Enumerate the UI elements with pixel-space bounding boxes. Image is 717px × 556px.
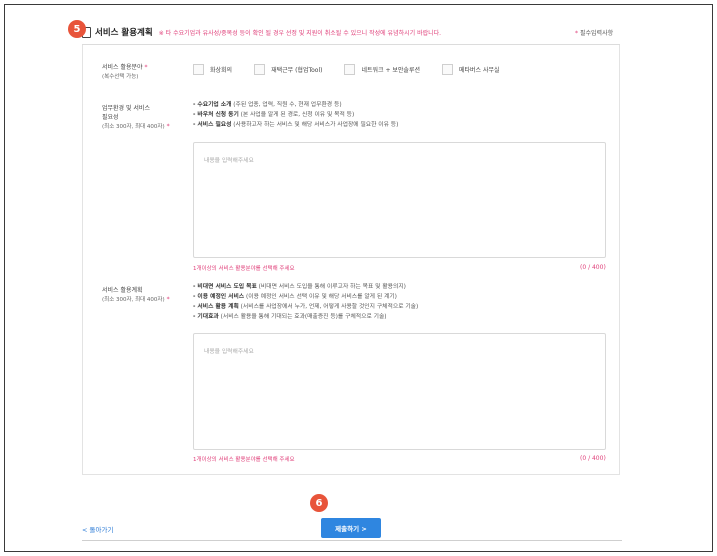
option-metaverse-office[interactable]: 메타버스 사무실 <box>442 64 500 75</box>
need-label-line1: 업무환경 및 서비스 <box>102 105 150 112</box>
checkbox[interactable] <box>254 64 266 75</box>
need-section-label: 업무환경 및 서비스 필요성 (최소 300자, 최대 400자) * <box>102 104 170 132</box>
section-title: 서비스 활용계획 <box>95 28 153 38</box>
section-notice: ※ 타 수요기업과 유사성/중복성 등이 확인 될 경우 선정 및 지원이 취소… <box>158 29 442 37</box>
step-badge-6: 6 <box>310 494 328 512</box>
need-placeholder: 내용을 입력해주세요 <box>204 158 254 164</box>
service-field-label: 서비스 활용분야 * (복수선택 가능) <box>102 63 147 82</box>
service-field-label-text: 서비스 활용분야 <box>102 64 143 71</box>
required-star: * <box>166 123 170 130</box>
option-network-security[interactable]: 네트워크 + 보안솔루션 <box>344 64 420 75</box>
step-badge-5: 5 <box>68 20 86 38</box>
option-label: 메타버스 사무실 <box>459 67 500 74</box>
need-limit: (최소 300자, 최대 400자) <box>102 124 165 130</box>
need-guidelines: - 수요기업 소개 (주된 업종, 업력, 직원 수, 현재 업무환경 등) -… <box>193 100 398 130</box>
guideline-text: (사용하고자 하는 서비스 및 해당 서비스가 사업장에 필요한 이유 등) <box>231 122 399 128</box>
guideline-text: (서비스를 사업장에서 누가, 언제, 어떻게 사용할 것인지 구체적으로 기술… <box>238 304 419 310</box>
required-note-text: 필수입력사항 <box>580 30 614 37</box>
plan-section-label: 서비스 활용계획 (최소 300자, 최대 400자) * <box>102 286 170 305</box>
guideline-bold: - 이용 예정인 서비스 <box>193 294 245 300</box>
guideline-bold: - 서비스 활용 계획 <box>193 304 239 310</box>
checkbox[interactable] <box>442 64 453 75</box>
guideline-item: - 기대효과 (서비스 활용을 통해 기대되는 효과(매출증진 등)를 구체적으… <box>193 312 418 322</box>
section-header: 서비스 활용계획 ※ 타 수요기업과 유사성/중복성 등이 확인 될 경우 선정… <box>82 24 622 40</box>
submit-button[interactable]: 제출하기 > <box>321 518 381 538</box>
guideline-item: - 비대면 서비스 도입 목표 (비대면 서비스 도입을 통해 이루고자 하는 … <box>193 282 418 292</box>
guideline-item: - 서비스 활용 계획 (서비스를 사업장에서 누가, 언제, 어떻게 사용할 … <box>193 302 418 312</box>
plan-char-count: (0 / 400) <box>580 455 606 462</box>
plan-label-text: 서비스 활용계획 <box>102 287 143 294</box>
guideline-item: - 수요기업 소개 (주된 업종, 업력, 직원 수, 현재 업무환경 등) <box>193 100 398 110</box>
service-field-sub: (복수선택 가능) <box>102 74 139 80</box>
required-note: * 필수입력사항 <box>575 28 613 37</box>
option-remote-work[interactable]: 재택근무 (협업Tool) <box>254 64 322 75</box>
need-textarea[interactable]: 내용을 입력해주세요 <box>193 142 606 258</box>
plan-placeholder: 내용을 입력해주세요 <box>204 349 254 355</box>
need-char-count: (0 / 400) <box>580 264 606 271</box>
guideline-bold: - 수요기업 소개 <box>193 102 232 108</box>
service-field-options: 화상회의 재택근무 (협업Tool) 네트워크 + 보안솔루션 메타버스 사무실 <box>193 64 522 75</box>
option-video-conference[interactable]: 화상회의 <box>193 64 232 75</box>
checkbox[interactable] <box>344 64 356 75</box>
guideline-item: - 바우처 신청 동기 (본 사업을 알게 된 경로, 신청 이유 및 목적 등… <box>193 110 398 120</box>
guideline-bold: - 기대효과 <box>193 314 219 320</box>
option-label: 재택근무 (협업Tool) <box>271 67 323 74</box>
guideline-text: (비대면 서비스 도입을 통해 이루고자 하는 목표 및 활용의지) <box>256 284 406 290</box>
checkbox[interactable] <box>193 64 204 75</box>
plan-limit: (최소 300자, 최대 400자) <box>102 297 165 303</box>
guideline-bold: - 비대면 서비스 도입 목표 <box>193 284 257 290</box>
required-star: * <box>575 30 578 37</box>
required-star: * <box>144 64 148 71</box>
back-link[interactable]: < 돌아가기 <box>82 524 113 534</box>
plan-textarea[interactable]: 내용을 입력해주세요 <box>193 333 606 450</box>
need-warning: 1개이상의 서비스 활용분야를 선택해 주세요 <box>193 266 295 272</box>
need-label-line2: 필요성 <box>102 114 119 121</box>
guideline-bold: - 바우처 신청 동기 <box>193 112 239 118</box>
guideline-text: (주된 업종, 업력, 직원 수, 현재 업무환경 등) <box>231 102 342 108</box>
plan-warning: 1개이상의 서비스 활용분야를 선택해 주세요 <box>193 457 295 463</box>
guideline-text: (이용 예정인 서비스 선택 이유 및 해당 서비스를 알게 된 계기) <box>244 294 397 300</box>
guideline-text: (본 사업을 알게 된 경로, 신청 이유 및 목적 등) <box>238 112 355 118</box>
option-label: 네트워크 + 보안솔루션 <box>361 67 420 74</box>
required-star: * <box>166 296 170 303</box>
footer-divider <box>82 540 622 541</box>
guideline-item: - 서비스 필요성 (사용하고자 하는 서비스 및 해당 서비스가 사업장에 필… <box>193 120 398 130</box>
plan-guidelines: - 비대면 서비스 도입 목표 (비대면 서비스 도입을 통해 이루고자 하는 … <box>193 282 418 322</box>
option-label: 화상회의 <box>210 67 233 74</box>
guideline-item: - 이용 예정인 서비스 (이용 예정인 서비스 선택 이유 및 해당 서비스를… <box>193 292 418 302</box>
guideline-text: (서비스 활용을 통해 기대되는 효과(매출증진 등)를 구체적으로 기술) <box>218 314 387 320</box>
guideline-bold: - 서비스 필요성 <box>193 122 232 128</box>
